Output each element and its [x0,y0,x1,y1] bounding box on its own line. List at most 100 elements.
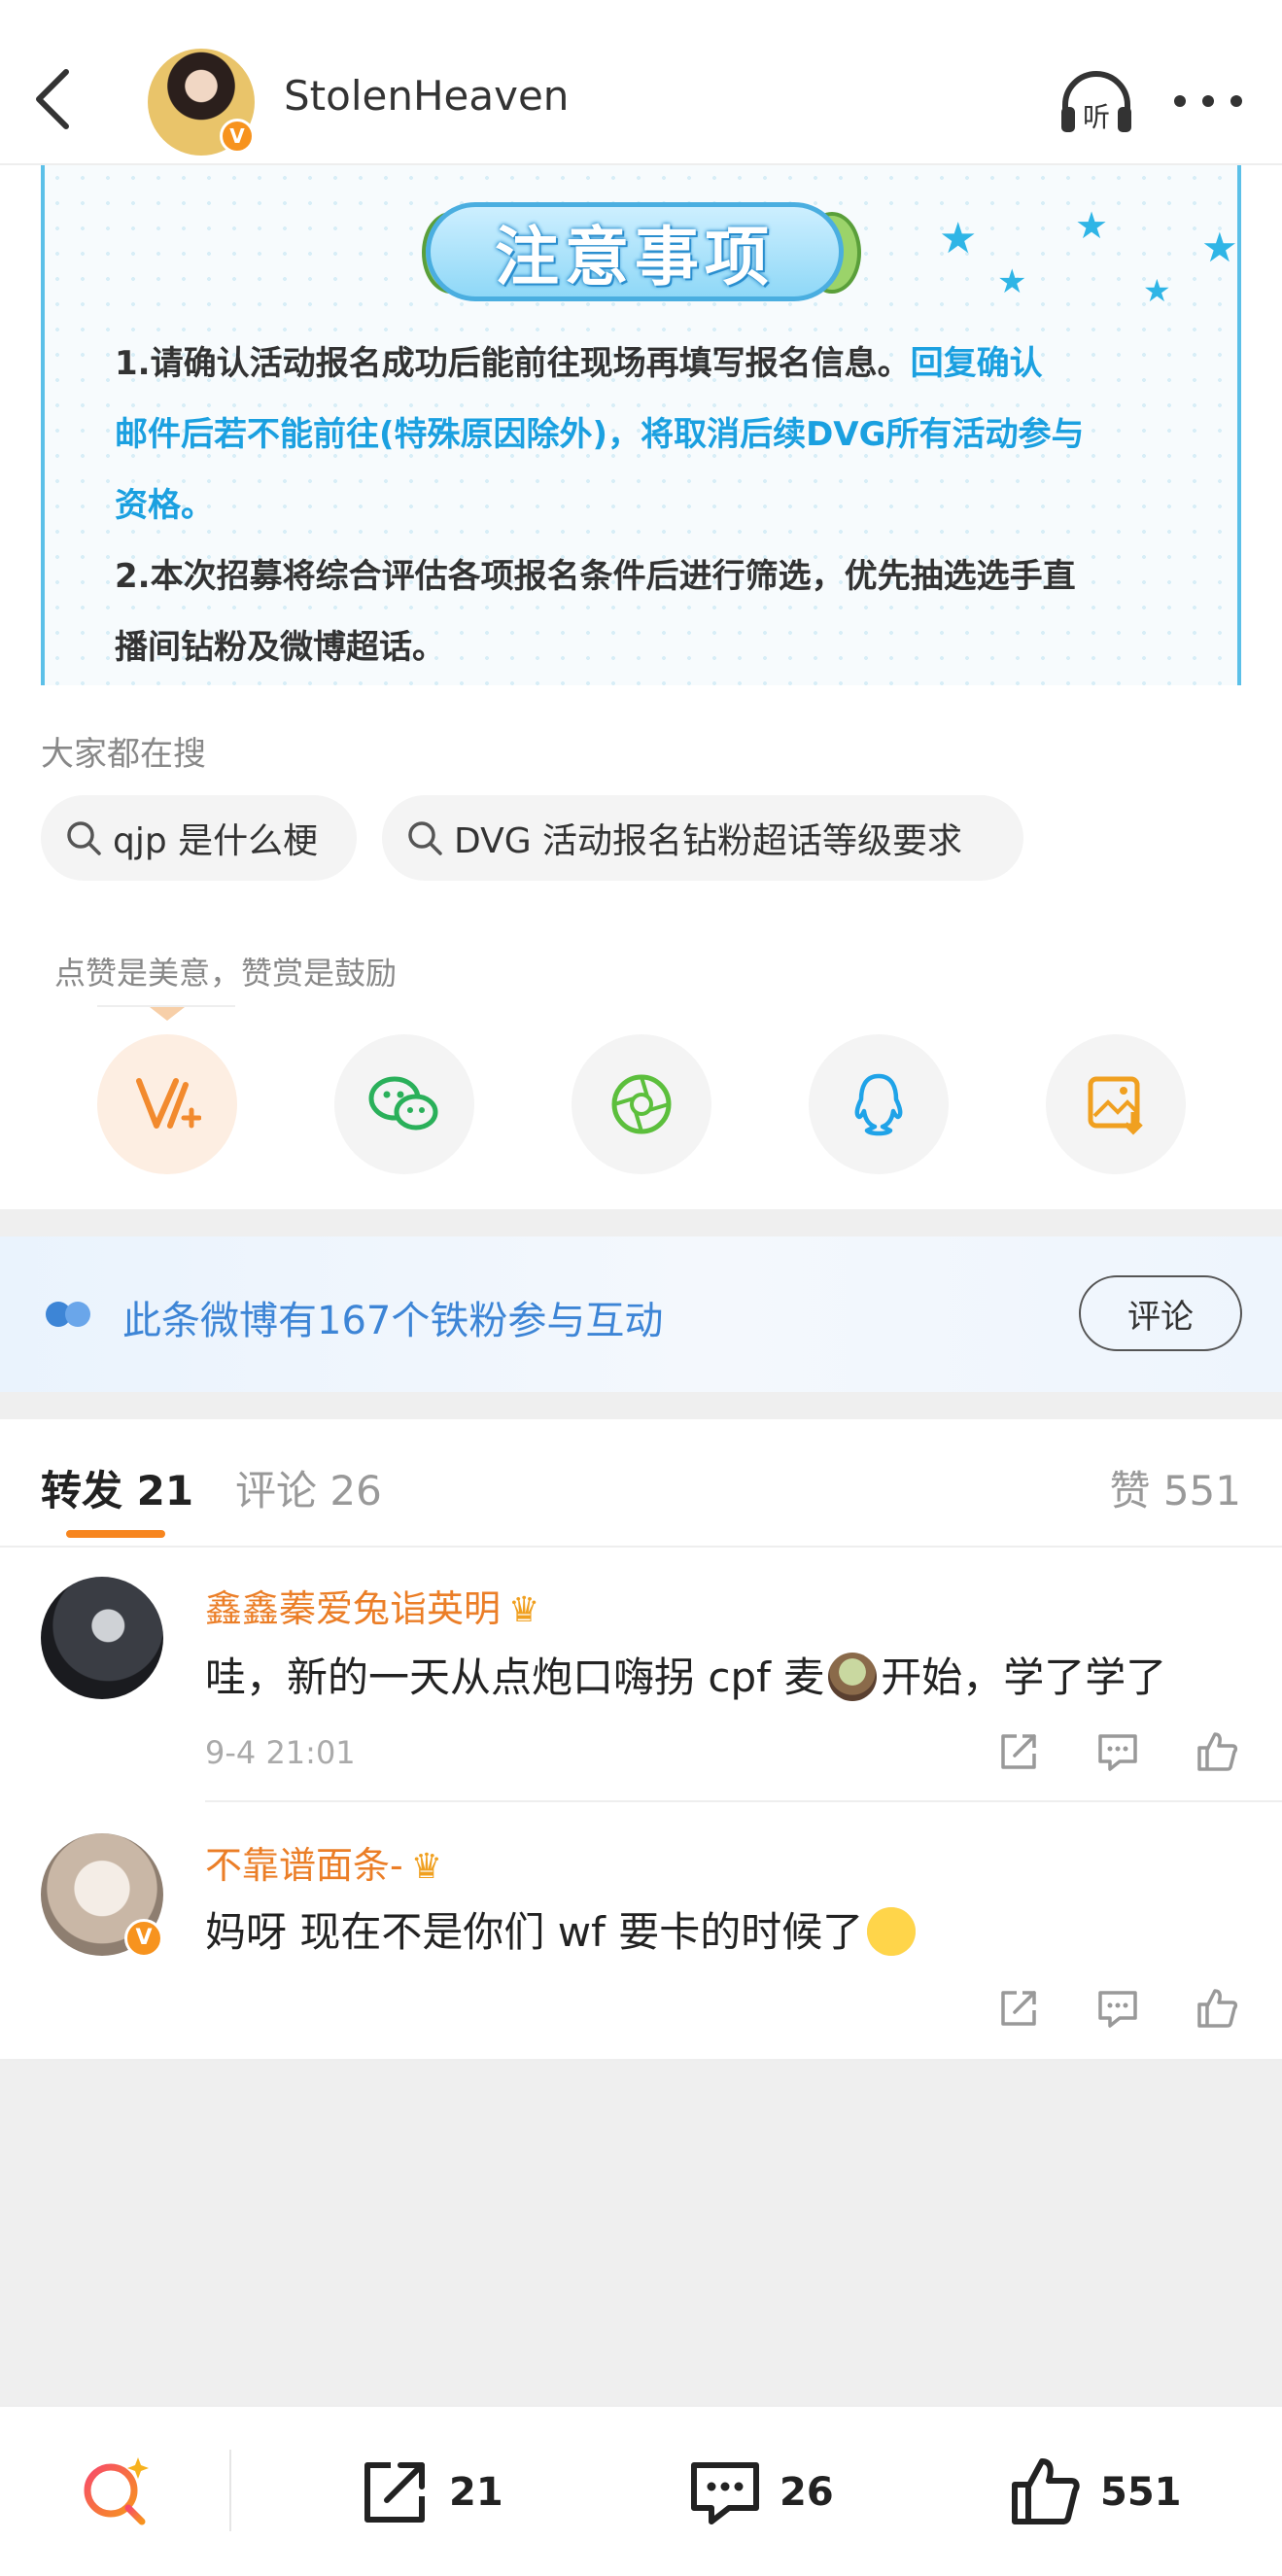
star-icon: ★ [939,214,978,263]
like-icon [1012,2458,1080,2524]
notice-line: 播间钻粉及微博超话。 [115,628,445,667]
fans-comment-button[interactable]: 评论 [1079,1275,1242,1351]
more-options-button[interactable] [1174,82,1242,121]
comment-button[interactable]: 26 [686,2454,834,2531]
reward-button[interactable] [97,1034,237,1174]
divider [205,1800,1282,1802]
fans-interaction-bar: 此条微博有167个铁粉参与互动 评论 [0,1236,1282,1392]
like-icon[interactable] [1194,1985,1240,2032]
dot-icon [1202,95,1214,107]
hot-search-chip[interactable]: qjp 是什么梗 [41,795,357,881]
headphones-icon: 听 [1061,71,1131,133]
notice-line-highlight: 回复确认 [910,344,1043,383]
comment-count: 26 [780,2470,834,2515]
listen-button[interactable]: 听 [1057,68,1135,136]
comment-text: 哇，新的一天从点炮口嗨拐 cpf 麦 开始，学了学了 [205,1645,1166,1704]
repost-icon[interactable] [995,1728,1042,1775]
comment-icon[interactable] [1094,1728,1141,1775]
hot-search-chip-label: DVG 活动报名钻粉超话等级要求 [454,821,963,861]
commenter-name-text: 鑫鑫蓁爱兔诣英明 [205,1587,502,1630]
notice-title: 注意事项 [495,220,775,295]
notice-line: 1.请确认活动报名成功后能前往现场再填写报名信息。 [115,344,911,383]
comment-text: 妈呀 现在不是你们 wf 要卡的时候了 [205,1899,919,1959]
commenter-name[interactable]: 不靠谱面条- ♛ [205,1835,442,1889]
notice-line-highlight: 邮件后若不能前往(特殊原因除外)，将取消后续DVG所有活动参与 [115,415,1085,454]
comment-text-part: 开始，学了学了 [881,1654,1167,1701]
like-icon[interactable] [1194,1728,1240,1775]
star-icon: ★ [997,262,1027,301]
share-moments-button[interactable] [572,1034,711,1174]
tab-comment-count: 26 [329,1467,382,1514]
empty-area [0,2061,1282,2405]
notice-line-highlight: 资格。 [115,486,214,525]
tab-comment[interactable]: 评论 26 [235,1458,382,1517]
username[interactable]: StolenHeaven [284,72,569,120]
moments-icon [611,1074,672,1134]
comment-icon[interactable] [1094,1985,1141,2032]
like-count: 551 [1100,2470,1182,2515]
tea-emoji-icon [828,1653,878,1701]
search-icon [67,821,101,855]
back-arrow-icon [36,69,69,129]
qq-icon [854,1073,903,1136]
repost-item: 鑫鑫蓁爱兔诣英明 ♛ 哇，新的一天从点炮口嗨拐 cpf 麦 开始，学了学了 9-4 … [0,1549,1282,1804]
fans-icon [46,1302,90,1327]
repost-count: 21 [449,2470,503,2515]
notice-line: 2.本次招募将综合评估各项报名条件后进行筛选，优先抽选选手直 [115,557,1076,596]
hot-search-chip-label: qjp 是什么梗 [113,821,319,861]
repost-button[interactable]: 21 [356,2454,503,2531]
dot-icon [1174,95,1186,107]
tab-repost-label: 转发 [41,1467,123,1514]
commenter-name[interactable]: 鑫鑫蓁爱兔诣英明 ♛ [205,1579,539,1632]
back-button[interactable] [29,66,76,132]
svg-text:听: 听 [1083,101,1110,133]
avatar[interactable] [41,1577,163,1699]
verified-badge: V [124,1919,163,1958]
tab-like-count: 551 [1162,1467,1241,1514]
comment-icon [691,2462,759,2524]
notice-title-banner: 注意事项 [426,202,844,301]
dot-icon [1230,95,1242,107]
tab-like[interactable]: 赞 551 [1109,1458,1241,1517]
section-gap [0,1209,1282,1236]
share-wechat-button[interactable] [334,1034,474,1174]
star-icon: ★ [1201,224,1238,271]
divider [229,2450,231,2531]
tab-repost[interactable]: 转发 21 [41,1458,193,1517]
comment-text-part: 妈呀 现在不是你们 wf 要卡的时候了 [205,1908,864,1956]
star-icon: ★ [1075,204,1109,247]
interaction-tabs: 转发 21 评论 26 赞 551 [0,1419,1282,1548]
section-gap [0,1392,1282,1419]
top-nav: V StolenHeaven 听 [0,0,1282,165]
hot-search-chip[interactable]: DVG 活动报名钻粉超话等级要求 [382,795,1023,881]
tab-repost-count: 21 [136,1467,194,1514]
save-image-icon [1088,1076,1143,1135]
comment-time: 9-4 21:01 [205,1734,356,1771]
commenter-name-text: 不靠谱面条- [205,1844,403,1887]
crown-icon: ♛ [508,1590,540,1630]
save-image-button[interactable] [1046,1034,1186,1174]
like-button[interactable]: 551 [1007,2454,1182,2531]
tab-like-label: 赞 [1109,1467,1151,1514]
tab-comment-label: 评论 [235,1467,318,1514]
fans-interaction-text: 此条微博有167个铁粉参与互动 [122,1299,664,1343]
verified-badge: V [220,119,255,154]
reward-icon [136,1078,201,1129]
crown-icon: ♛ [410,1847,442,1887]
smirk-emoji-icon [867,1907,917,1956]
wechat-icon [368,1076,438,1131]
repost-icon [364,2462,425,2523]
reward-tip: 点赞是美意，赞赏是鼓励 [54,955,398,992]
search-icon [408,821,442,855]
share-qq-button[interactable] [809,1034,949,1174]
notice-image[interactable]: 注意事项 ★ ★ ★ ★ ★ 1.请确认活动报名成功后能前往现场再填写报名信息。… [41,165,1241,685]
star-icon: ★ [1143,272,1171,309]
repost-item: V 不靠谱面条- ♛ 妈呀 现在不是你们 wf 要卡的时候了 [0,1806,1282,2061]
ai-search-icon[interactable] [78,2452,156,2529]
repost-icon[interactable] [995,1985,1042,2032]
hot-search-label: 大家都在搜 [41,735,206,774]
notice-body: 1.请确认活动报名成功后能前往现场再填写报名信息。回复确认 邮件后若不能前往(特… [115,329,1223,683]
tip-arrow [150,1007,185,1021]
comment-text-part: 哇，新的一天从点炮口嗨拐 cpf 麦 [205,1654,825,1701]
bottom-action-bar: 21 26 551 [0,2405,1282,2576]
